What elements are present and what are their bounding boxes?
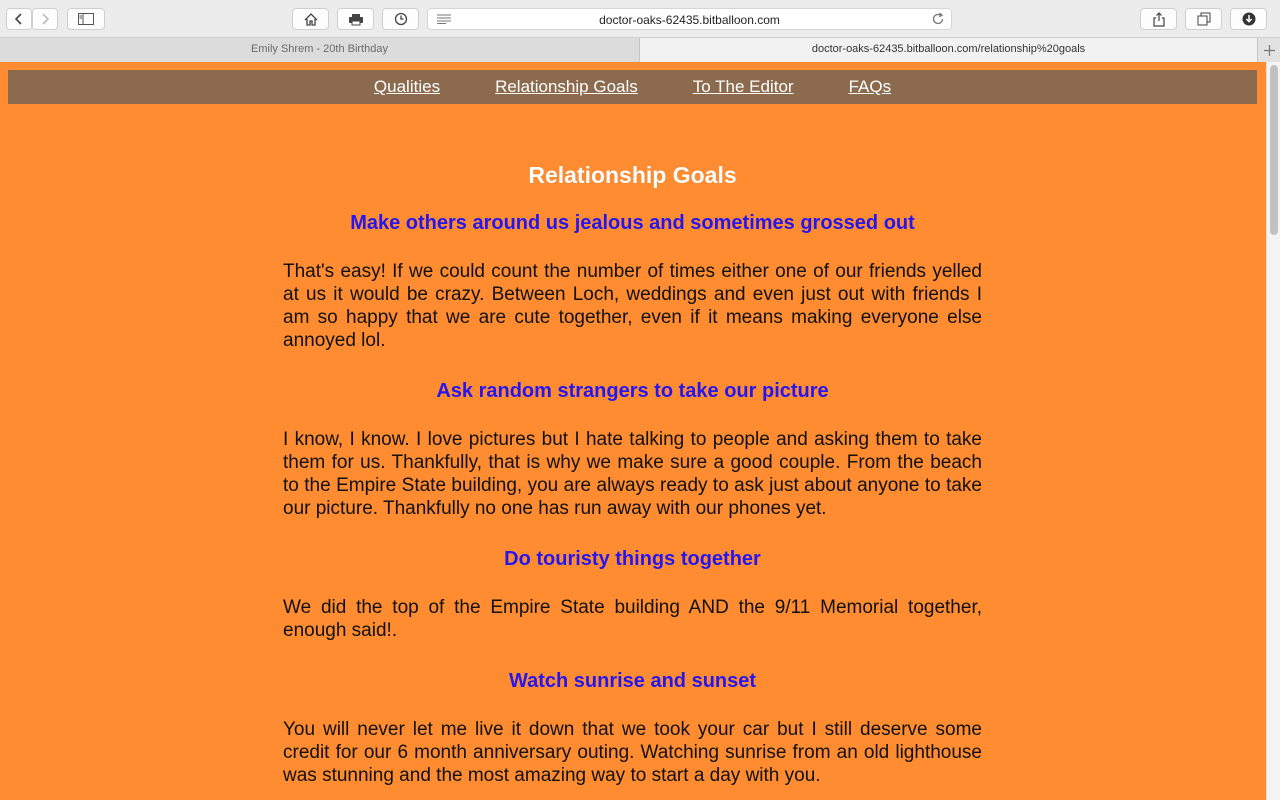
section-heading: Ask random strangers to take our picture — [436, 380, 829, 402]
share-button[interactable] — [1140, 8, 1177, 30]
plus-icon — [1263, 44, 1275, 56]
history-button[interactable] — [382, 8, 419, 30]
new-tab-button[interactable] — [1257, 38, 1280, 62]
share-icon — [1152, 11, 1165, 27]
download-icon — [1242, 12, 1255, 26]
sidebar-icon — [78, 13, 94, 25]
section-body: That's easy! If we could count the numbe… — [283, 261, 982, 351]
tab-bar: Emily Shrem - 20th Birthday doctor-oaks-… — [0, 38, 1280, 62]
section-body: You will never let me live it down that … — [283, 719, 982, 786]
main-content: Relationship Goals Make others around us… — [283, 158, 982, 800]
home-button[interactable] — [292, 8, 329, 30]
web-page: Qualities Relationship Goals To The Edit… — [0, 62, 1266, 800]
tabs-overview-button[interactable] — [1185, 8, 1222, 30]
nav-link-qualities[interactable]: Qualities — [374, 77, 440, 97]
nav-link-faqs[interactable]: FAQs — [849, 77, 892, 97]
section-heading: Watch sunrise and sunset — [508, 670, 757, 692]
clock-icon — [394, 12, 407, 26]
tabs-icon — [1197, 12, 1210, 26]
downloads-button[interactable] — [1230, 8, 1267, 30]
print-button[interactable] — [337, 8, 374, 30]
url-text: doctor-oaks-62435.bitballoon.com — [599, 13, 780, 27]
back-button[interactable] — [6, 8, 32, 30]
tab-birthday[interactable]: Emily Shrem - 20th Birthday — [0, 38, 640, 62]
site-nav: Qualities Relationship Goals To The Edit… — [8, 70, 1257, 104]
vertical-scrollbar[interactable] — [1266, 62, 1280, 800]
nav-link-relationship-goals[interactable]: Relationship Goals — [495, 77, 638, 97]
address-bar[interactable]: doctor-oaks-62435.bitballoon.com — [427, 8, 952, 30]
forward-button[interactable] — [32, 8, 58, 30]
browser-toolbar: doctor-oaks-62435.bitballoon.com — [0, 0, 1280, 38]
section-heading: Make others around us jealous and someti… — [350, 212, 915, 234]
sidebar-button[interactable] — [67, 8, 105, 30]
section-heading: Do touristy things together — [504, 548, 761, 570]
section-body: We did the top of the Empire State build… — [283, 597, 982, 641]
reload-icon[interactable] — [931, 12, 945, 26]
tab-relationship-goals[interactable]: doctor-oaks-62435.bitballoon.com/relatio… — [640, 38, 1257, 62]
home-icon — [304, 12, 317, 26]
printer-icon — [348, 13, 363, 25]
nav-link-to-the-editor[interactable]: To The Editor — [693, 77, 794, 97]
chevron-right-icon — [42, 13, 50, 25]
page-title: Relationship Goals — [528, 162, 737, 188]
section-body: I know, I know. I love pictures but I ha… — [283, 429, 982, 519]
chevron-left-icon — [14, 13, 22, 25]
scrollbar-thumb[interactable] — [1270, 65, 1278, 235]
